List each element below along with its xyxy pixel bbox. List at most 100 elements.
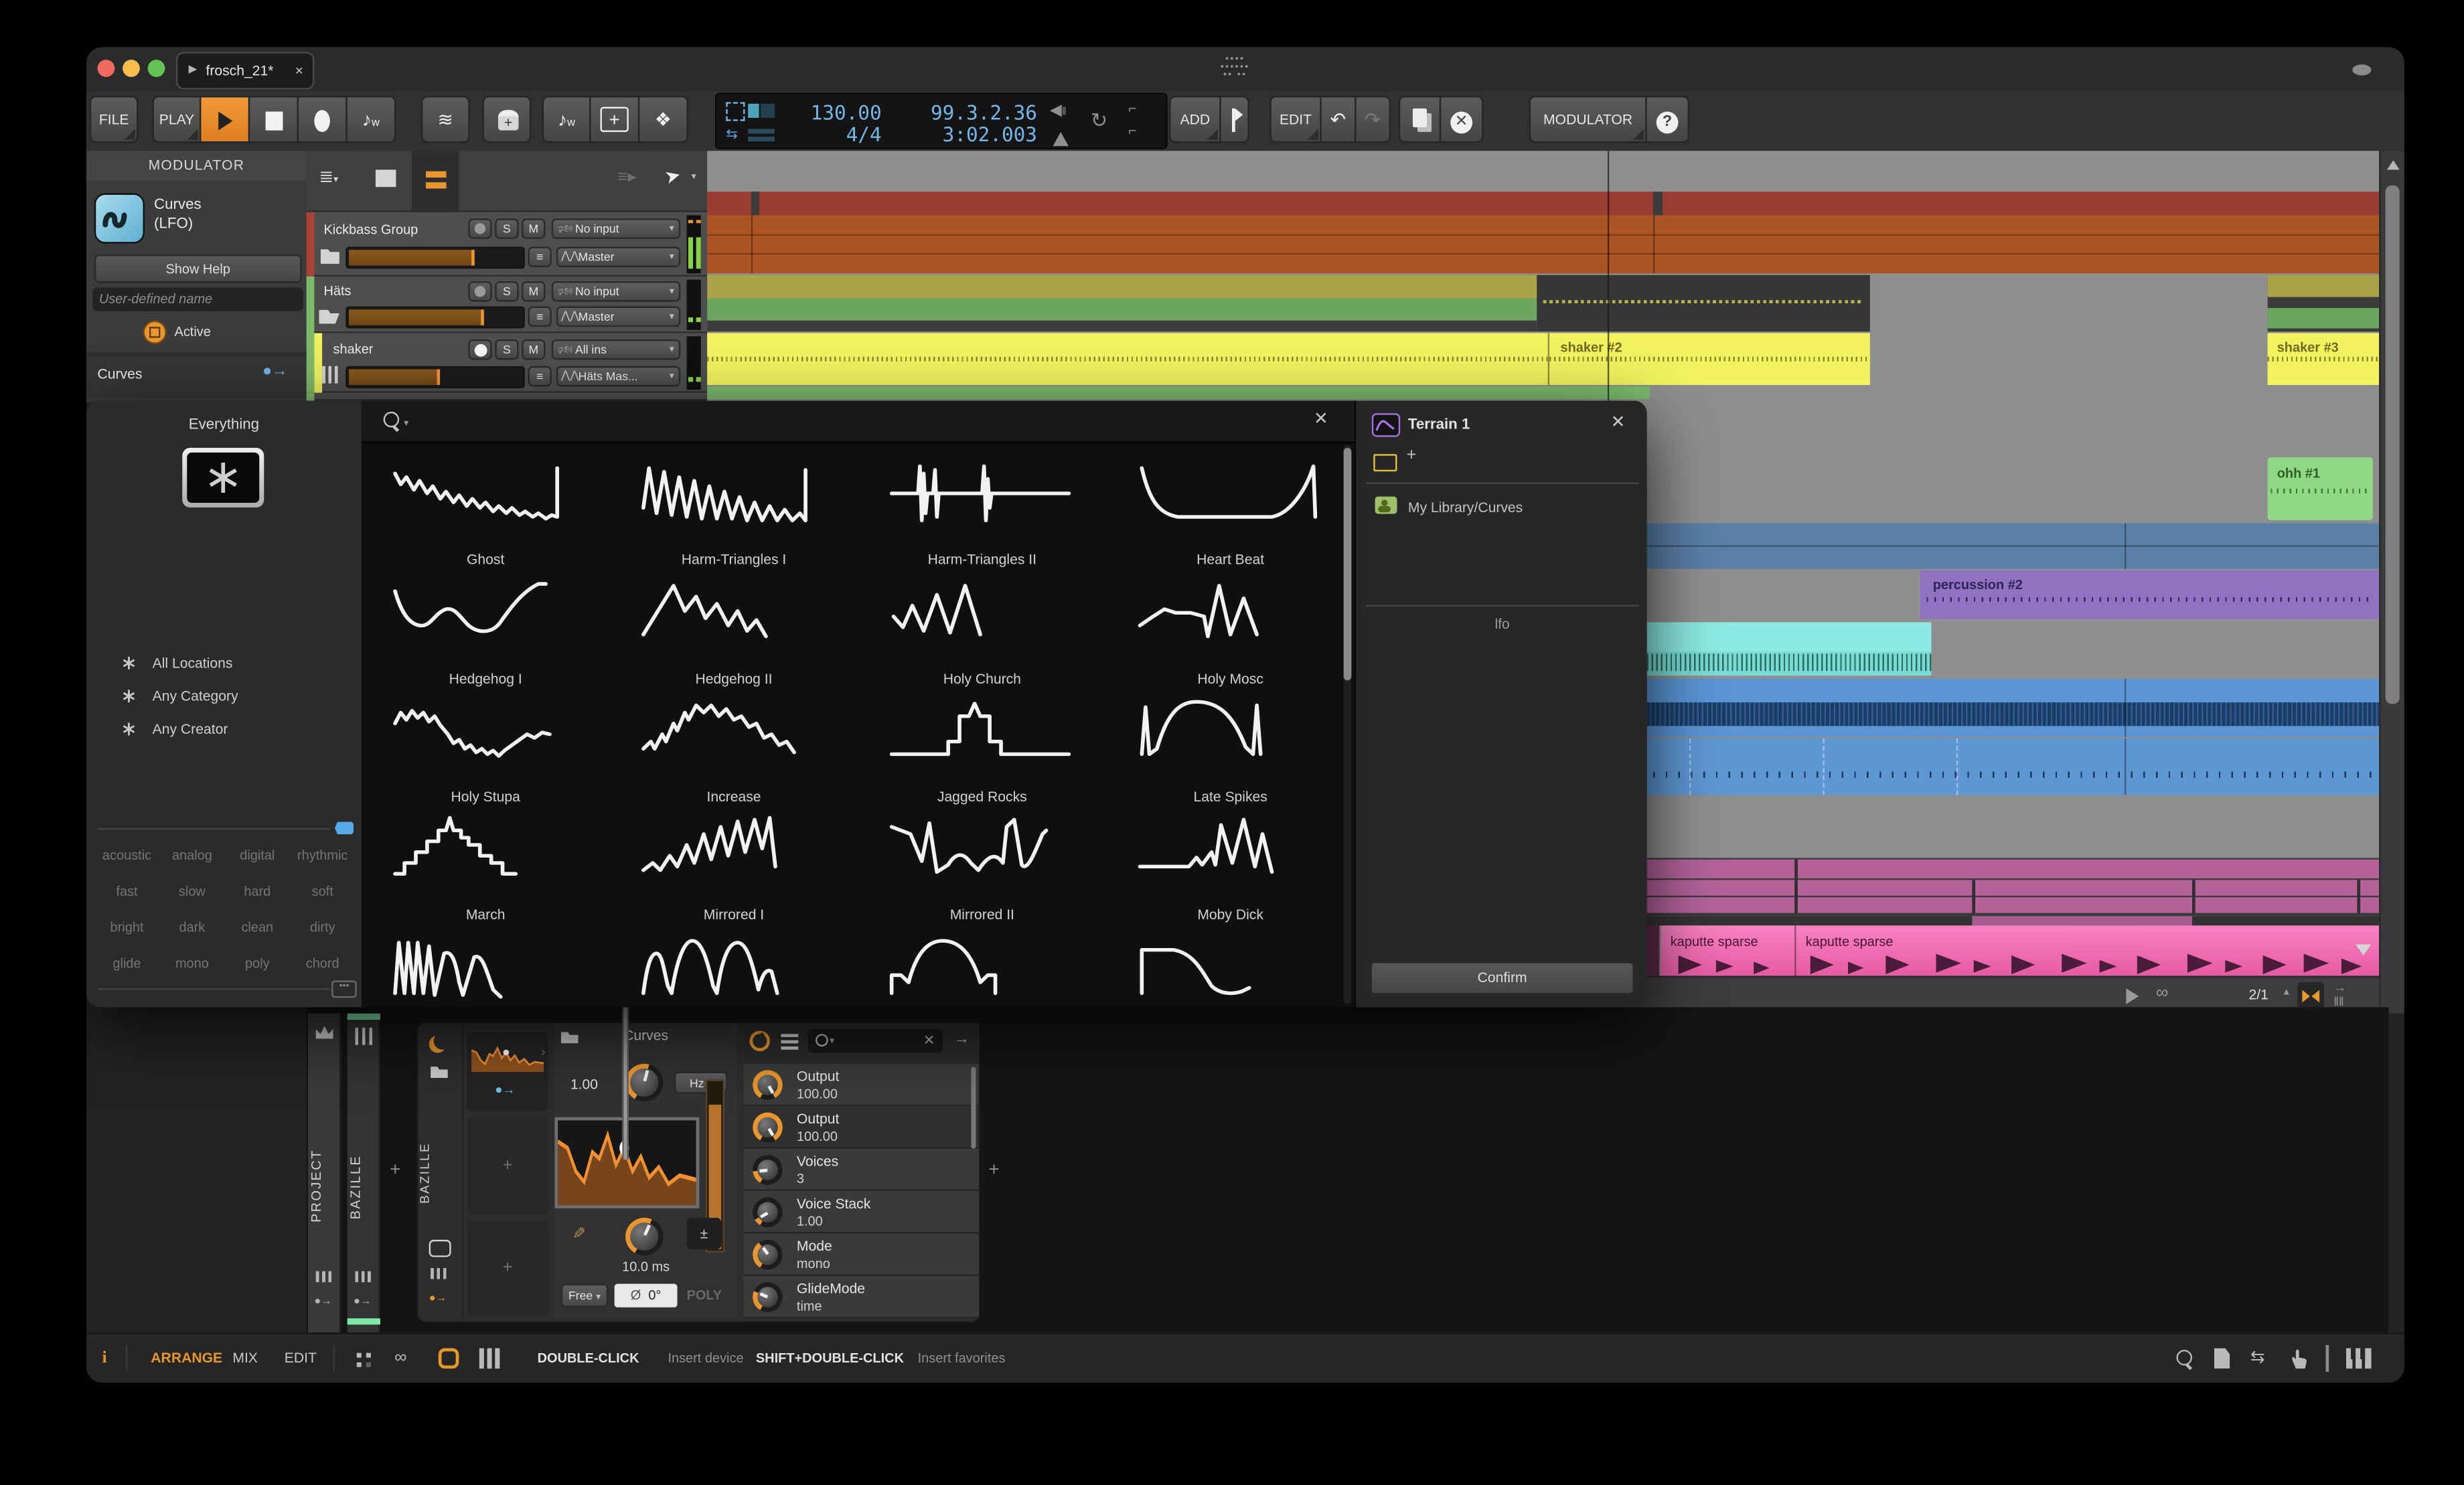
library-path[interactable]: My Library/Curves (1408, 499, 1523, 515)
touch-hand-icon[interactable] (2288, 1346, 2310, 1370)
add-track-icon[interactable]: + (591, 96, 640, 143)
maximize-window-button[interactable] (147, 60, 165, 78)
open-folder-icon[interactable] (319, 309, 339, 324)
project-tab[interactable]: ▶ frosch_21* × (175, 52, 315, 90)
tag-glide[interactable]: glide (94, 955, 159, 971)
add-device-left-icon[interactable]: + (390, 1158, 400, 1180)
link-icon[interactable]: ∞ (394, 1334, 406, 1383)
param-row-mode[interactable]: Mode mono (743, 1233, 980, 1276)
preset-label[interactable]: Increase (616, 789, 852, 804)
edit-button[interactable]: EDIT (1269, 96, 1322, 143)
input-selector[interactable]: 🕬 No input ▾ (551, 218, 681, 239)
clip-shaker-1[interactable] (707, 333, 1548, 386)
overdub-note-icon[interactable]: ♪w (347, 96, 396, 143)
rate-value[interactable]: 1.00 (570, 1077, 598, 1092)
mod-out-blue-icon[interactable]: ●→ (495, 1083, 515, 1097)
clip-edge-chip[interactable] (1646, 925, 1660, 976)
track-row-haets[interactable]: Häts S M 🕬 No input ▾ ≡ ⋀⋀ Master ▾ (306, 277, 708, 333)
browser-scope-title[interactable]: Everything (86, 416, 362, 434)
track-name[interactable]: Häts (323, 283, 351, 298)
remote-controls-icon[interactable] (429, 1239, 451, 1257)
playhead[interactable] (1607, 151, 1610, 401)
insert-note-icon[interactable]: ♪w (542, 96, 591, 143)
tag-fast[interactable]: fast (94, 883, 159, 898)
more-tags-icon[interactable]: ••• (331, 980, 357, 998)
browser-scrollbar[interactable] (1343, 445, 1352, 1004)
time-signature[interactable]: 4/4 (787, 123, 882, 146)
rectangle-tag-icon[interactable] (1373, 454, 1397, 472)
track-menu-button[interactable]: ≡ (528, 246, 552, 267)
clip-haets-muted[interactable] (1537, 275, 1870, 332)
solo-button[interactable]: S (495, 281, 519, 302)
modulator-slot-curves[interactable]: › ●→ (467, 1032, 549, 1111)
preset-label[interactable]: Holy Church (864, 671, 1100, 686)
fade-in-icon[interactable]: ⌐ (1128, 123, 1136, 138)
view-mix[interactable]: MIX (232, 1334, 258, 1383)
record-arm-button[interactable] (468, 218, 492, 239)
lane-view-toggle[interactable] (411, 151, 459, 211)
track-name[interactable]: Kickbass Group (323, 222, 418, 237)
clip-cyan[interactable] (1646, 622, 1932, 676)
duplicate-icon[interactable] (1398, 96, 1442, 143)
track-list-menu-icon[interactable]: ≣▾ (319, 167, 338, 187)
preset-label[interactable]: Late Spikes (1113, 789, 1349, 804)
browser-search-bar[interactable]: ▾ ✕ (361, 400, 1355, 443)
volume-fader[interactable] (345, 246, 525, 269)
param-row-glidemode[interactable]: GlideMode time (743, 1275, 980, 1319)
tag-bright[interactable]: bright (94, 919, 159, 935)
scroll-follow-icon[interactable]: → ‖‖ (2333, 980, 2346, 1008)
param-knob[interactable] (753, 1239, 783, 1270)
input-selector[interactable]: 🕬 No input ▾ (551, 281, 681, 302)
preset-Harm-Triangles II[interactable] (888, 457, 1077, 530)
clip-shaker-2[interactable]: shaker #2 (1547, 333, 1870, 386)
play-menu-button[interactable]: PLAY (152, 96, 202, 143)
preset-Increase[interactable] (639, 694, 828, 767)
smoothing-value[interactable]: 10.0 ms (554, 1259, 737, 1274)
add-marker-flag-icon[interactable] (1221, 96, 1249, 143)
preset-Holy Church[interactable] (888, 576, 1077, 649)
arranger-scrollbar[interactable] (2379, 151, 2404, 1014)
preset-Holy Stupa[interactable] (391, 694, 580, 767)
export-capture-icon[interactable]: + (482, 96, 532, 143)
stop-button[interactable] (250, 96, 299, 143)
param-scrollbar-thumb[interactable] (971, 1067, 976, 1149)
playhead-position[interactable]: 99.3.2.36 (893, 100, 1037, 124)
grid-view-icon[interactable]: ▦ (375, 169, 396, 187)
tag-dark[interactable]: dark (159, 919, 224, 935)
tag-mono[interactable]: mono (159, 955, 224, 971)
clip-glocken[interactable]: Glocken (1646, 678, 2380, 737)
undo-icon[interactable]: ↶ (1321, 96, 1357, 143)
automation-follow-icon[interactable]: ≋ (420, 96, 470, 143)
rate-knob[interactable] (625, 1063, 664, 1102)
param-value[interactable]: 3 (797, 1170, 804, 1186)
tag-analog[interactable]: analog (159, 847, 224, 862)
zoom-level-value[interactable]: 2/1 (2248, 987, 2268, 1002)
preset-label[interactable]: Holy Mosc (1113, 671, 1349, 686)
mod-routing-icon[interactable]: ●→ (314, 1296, 331, 1307)
param-knob[interactable] (753, 1155, 783, 1185)
record-arm-button[interactable] (468, 339, 492, 360)
play-button[interactable] (201, 96, 250, 143)
preset-label[interactable]: Ghost (368, 552, 603, 567)
search-dropdown-icon[interactable]: ▾ (830, 1036, 834, 1046)
folder-icon[interactable] (320, 249, 339, 264)
redo-icon[interactable]: ↷ (1356, 96, 1391, 143)
poly-label[interactable]: POLY (687, 1287, 722, 1302)
preset-partial[interactable] (391, 932, 580, 1004)
device-title[interactable]: Curves (554, 1028, 737, 1043)
mute-button[interactable]: M (522, 218, 546, 239)
device-enable-moon-icon[interactable] (429, 1036, 447, 1053)
dots-grid-icon[interactable] (355, 1271, 371, 1283)
tag-dirty[interactable]: dirty (290, 919, 355, 935)
close-window-button[interactable] (97, 60, 115, 78)
tempo-value[interactable]: 130.00 (787, 100, 882, 124)
browser-filter-any-creator[interactable]: Any Creator (121, 718, 357, 744)
clip-steel-blue-band[interactable] (1646, 523, 2380, 569)
preset-label[interactable]: March (368, 907, 603, 922)
preset-Hedgehog I[interactable] (391, 576, 580, 649)
tag-label[interactable]: lfo (1356, 616, 1648, 631)
info-icon[interactable]: i (102, 1334, 107, 1383)
split-view-icon[interactable]: ❖ (639, 96, 688, 143)
volume-fader[interactable] (345, 306, 525, 329)
preset-label[interactable]: Harm-Triangles I (616, 552, 852, 567)
